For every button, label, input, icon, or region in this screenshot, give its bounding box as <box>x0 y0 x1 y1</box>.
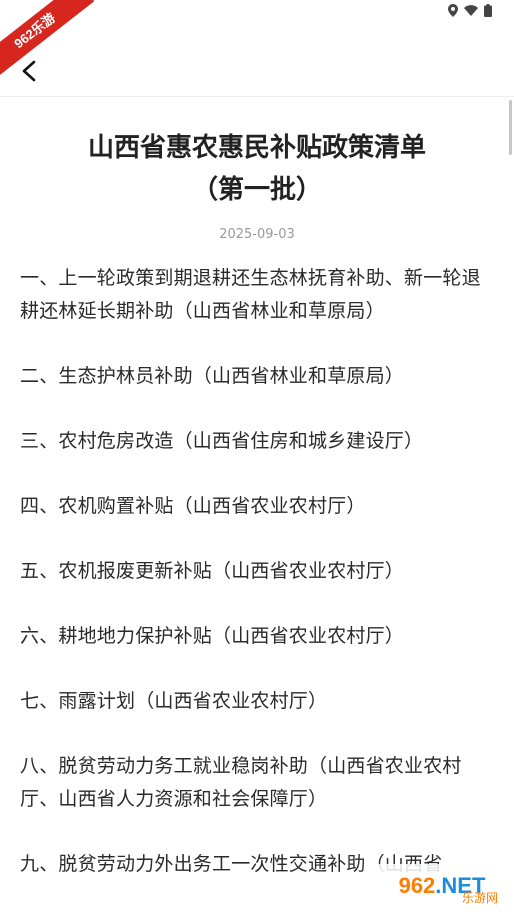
list-item: 四、农机购置补贴（山西省农业农村厅） <box>20 495 366 517</box>
status-icons <box>448 4 492 20</box>
policy-list: 一、上一轮政策到期退耕还生态林抚育补助、新一轮退耕还林延长期补助（山西省林业和草… <box>0 262 514 881</box>
list-item: 七、雨露计划（山西省农业农村厅） <box>20 690 328 712</box>
top-nav-bar <box>0 48 514 97</box>
location-icon <box>448 4 458 20</box>
list-item: 三、农村危房改造（山西省住房和城乡建设厅） <box>20 430 424 452</box>
watermark-logo-text: 962 <box>398 873 436 898</box>
scrollbar[interactable] <box>509 100 512 155</box>
list-item: 五、农机报废更新补贴（山西省农业农村厅） <box>20 560 405 582</box>
list-item: 二、生态护林员补助（山西省林业和草原局） <box>20 365 405 387</box>
watermark-sub: 乐游网 <box>461 891 498 905</box>
publish-date: 2025-09-03 <box>219 227 295 242</box>
page-title: 山西省惠农惠民补贴政策清单（第一批） <box>87 133 426 205</box>
list-item: 一、上一轮政策到期退耕还生态林抚育补助、新一轮退耕还林延长期补助（山西省林业和草… <box>20 267 481 322</box>
battery-icon <box>484 4 492 20</box>
list-item: 六、耕地地力保护补贴（山西省农业农村厅） <box>20 625 405 647</box>
chevron-left-icon <box>22 60 36 82</box>
list-item: 八、脱贫劳动力务工就业稳岗补助（山西省农业农村厅、山西省人力资源和社会保障厅） <box>20 755 462 810</box>
article-content[interactable]: 山西省惠农惠民补贴政策清单（第一批） 2025-09-03 一、上一轮政策到期退… <box>0 97 514 914</box>
wifi-icon <box>464 5 478 19</box>
watermark-logo: 962.NET 乐游网 <box>376 864 508 908</box>
back-button[interactable] <box>14 54 46 88</box>
